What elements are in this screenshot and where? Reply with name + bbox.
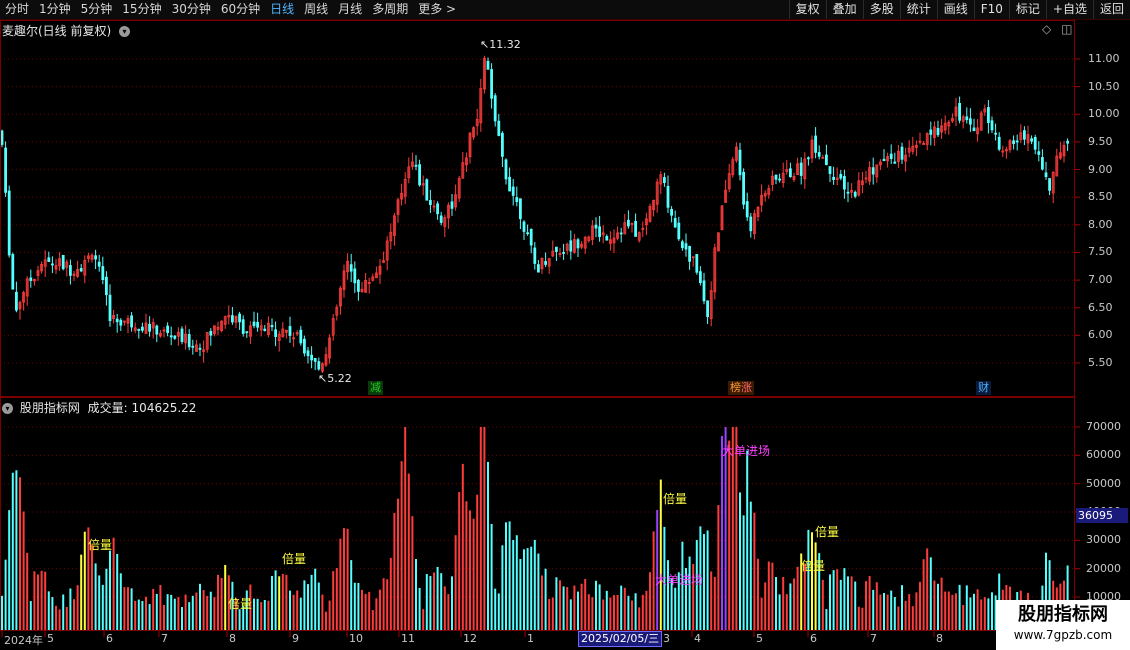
event-marker-finance[interactable]: 财 [976, 381, 991, 395]
watermark-logo: 股朋指标网 www.7gpzb.com [996, 600, 1130, 650]
x-tick-label: 2024年 [4, 634, 43, 647]
stock-title: 麦趣尔(日线 前复权) [2, 24, 112, 38]
volume-label: 成交量: [87, 401, 128, 415]
volume-tick-label: 30000 [1086, 533, 1121, 547]
x-tick-label: 7 [161, 632, 168, 645]
x-tick-label: 12 [463, 632, 477, 645]
volume-tick-label: 20000 [1086, 561, 1121, 575]
pane-icons: ◇ ◫ [1042, 22, 1072, 36]
window-icon[interactable]: ◫ [1061, 22, 1072, 36]
volume-annotation: 倍量 [282, 552, 307, 566]
price-tick-label: 8.50 [1088, 190, 1113, 204]
chevron-down-icon[interactable]: ▾ [119, 26, 131, 37]
x-tick-label: 4 [694, 632, 701, 645]
volume-pane [0, 397, 1075, 631]
volume-annotation: 倍量 [815, 525, 840, 539]
chevron-down-icon[interactable]: ▾ [2, 403, 13, 414]
price-tick-label: 10.00 [1088, 107, 1120, 121]
volume-pane-title: ▾ 股朋指标网 成交量: 104625.22 [2, 399, 196, 416]
cursor-date-tag: 2025/02/05/三 [578, 631, 663, 647]
price-tick-label: 6.50 [1088, 300, 1113, 314]
current-volume-tag: 36095 [1076, 508, 1128, 523]
price-tick-label: 5.50 [1088, 356, 1113, 369]
arrow-left-icon: ↖ [480, 38, 490, 51]
volume-value: 104625.22 [131, 401, 197, 415]
volume-tick-label: 70000 [1086, 420, 1121, 433]
event-marker-list[interactable]: 榜涨 [728, 381, 754, 395]
price-tick-label: 7.50 [1088, 245, 1113, 259]
price-pane-title: 麦趣尔(日线 前复权) ▾ [2, 22, 133, 39]
x-tick-label: 6 [106, 632, 113, 645]
price-tick-label: 6.00 [1088, 328, 1113, 342]
x-tick-label: 5 [47, 632, 54, 645]
x-tick-label: 1 [527, 632, 534, 645]
arrow-left-icon: ↖ [318, 372, 328, 385]
volume-annotation: 倍量 [88, 538, 113, 552]
x-tick-label: 9 [292, 632, 299, 645]
volume-annotation: 倍量 [663, 492, 688, 506]
price-tick-label: 8.00 [1088, 217, 1113, 231]
price-tick-label: 9.50 [1088, 134, 1113, 148]
volume-tick-label: 60000 [1086, 448, 1121, 462]
x-tick-label: 6 [810, 632, 817, 645]
x-tick-label: 3 [663, 632, 670, 645]
x-tick-label: 7 [870, 632, 877, 645]
volume-annotation: 大单进场 [722, 444, 771, 458]
price-tick-label: 11.00 [1088, 52, 1120, 65]
price-pane [0, 20, 1075, 397]
high-price-label: ↖11.32 [480, 38, 521, 51]
low-price-label: ↖5.22 [318, 372, 352, 385]
indicator-name: 股朋指标网 [19, 401, 80, 415]
diamond-icon[interactable]: ◇ [1042, 22, 1051, 36]
price-tick-label: 7.00 [1088, 273, 1113, 287]
x-tick-label: 11 [401, 632, 415, 645]
price-tick-label: 9.00 [1088, 162, 1113, 176]
x-tick-label: 8 [229, 632, 236, 645]
volume-tick-label: 50000 [1086, 476, 1121, 490]
event-marker-reduce[interactable]: 减 [368, 381, 383, 395]
volume-annotation: 大单进场 [655, 573, 704, 587]
volume-annotation: 倍量 [228, 597, 253, 611]
price-tick-label: 10.50 [1088, 79, 1120, 93]
volume-annotation: 倍量 [801, 559, 826, 573]
x-tick-label: 5 [756, 632, 763, 645]
x-tick-label: 10 [349, 632, 363, 645]
x-tick-label: 8 [936, 632, 943, 645]
